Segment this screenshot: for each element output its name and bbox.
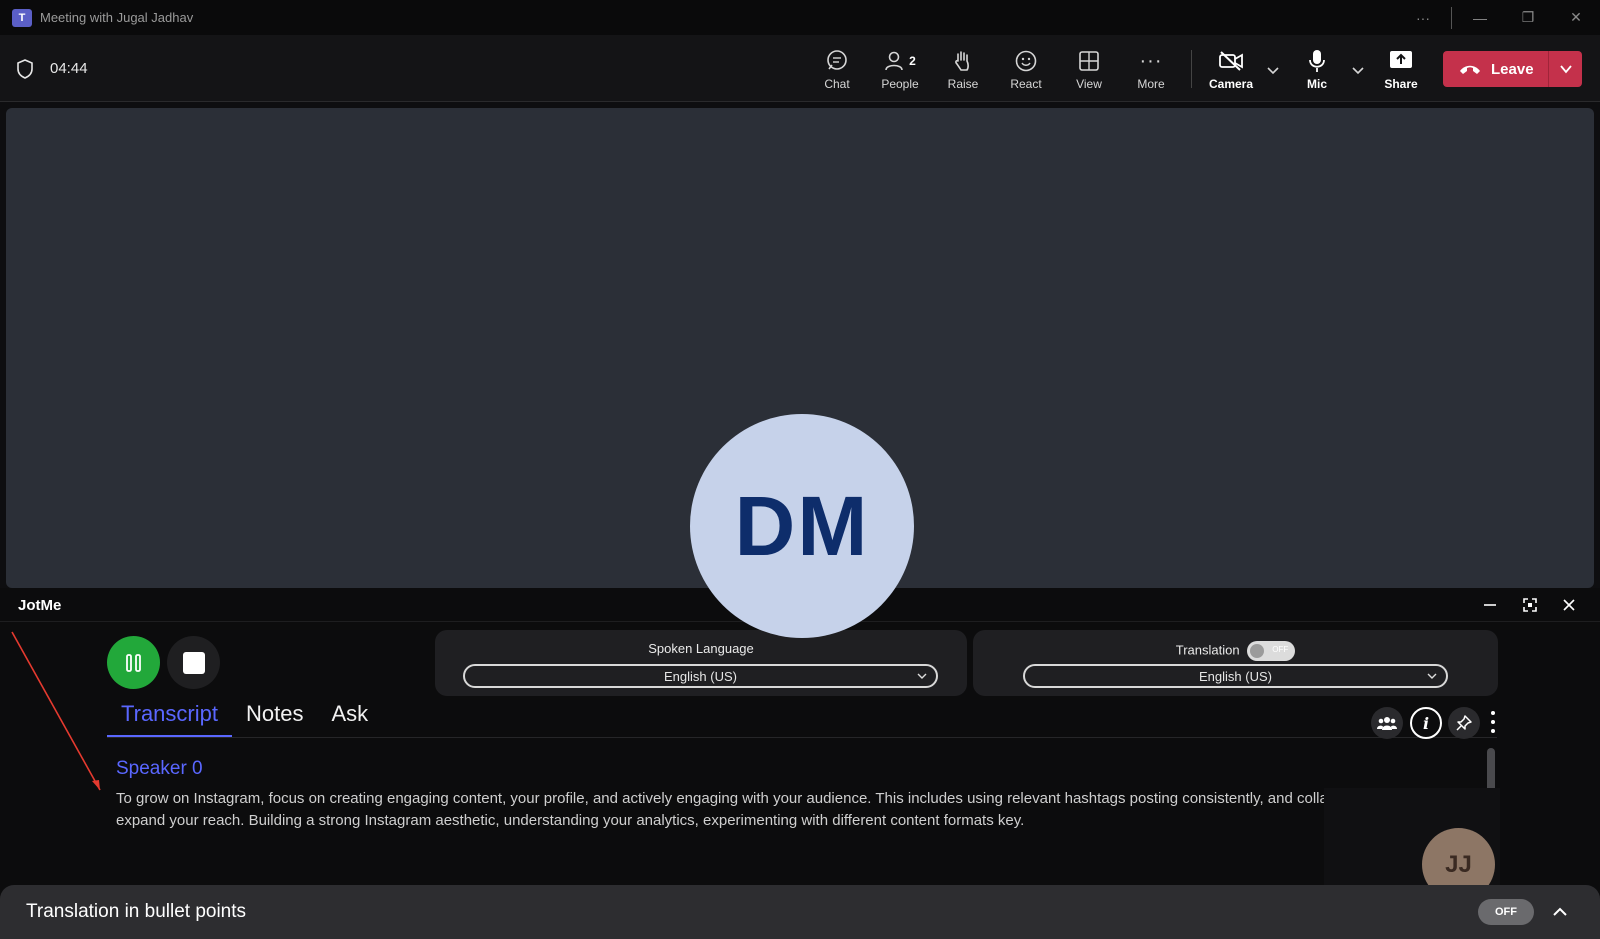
chat-icon (827, 50, 847, 70)
camera-options-chevron-icon[interactable] (1266, 63, 1280, 77)
group-icon (1377, 717, 1397, 730)
leave-main-button[interactable]: Leave (1443, 51, 1548, 87)
more-options-icon[interactable] (1487, 708, 1499, 736)
chevron-up-icon[interactable] (1551, 903, 1569, 921)
spoken-language-select[interactable]: English (US) (463, 664, 938, 688)
leave-label: Leave (1491, 60, 1534, 78)
translation-card: Translation OFF English (US) (973, 630, 1498, 696)
microphone-icon (1309, 50, 1325, 72)
hand-icon (955, 51, 969, 71)
spoken-language-card: Spoken Language English (US) (435, 630, 967, 696)
share-screen-icon (1390, 51, 1412, 68)
minimize-icon[interactable]: — (1456, 10, 1504, 26)
chevron-down-icon (1427, 673, 1437, 679)
chevron-down-icon (917, 673, 927, 679)
speakers-button[interactable] (1371, 707, 1403, 739)
spoken-language-label: Spoken Language (648, 641, 754, 656)
leave-options-button[interactable] (1549, 62, 1582, 76)
toggle-knob (1250, 644, 1265, 658)
people-count: 2 (909, 54, 916, 68)
translation-language-select[interactable]: English (US) (1023, 664, 1448, 688)
pause-recording-button[interactable] (107, 636, 160, 689)
people-label: People (881, 77, 919, 91)
tabs-divider (107, 737, 1497, 738)
mic-button[interactable]: Mic (1287, 47, 1347, 91)
people-button[interactable]: 2 People (870, 47, 930, 91)
raise-label: Raise (947, 77, 979, 91)
chat-button[interactable]: Chat (807, 47, 867, 91)
people-icon (885, 51, 903, 71)
pause-icon (125, 653, 141, 672)
react-button[interactable]: React (996, 47, 1056, 91)
info-icon: i (1422, 713, 1430, 733)
translation-toggle[interactable]: OFF (1247, 641, 1296, 661)
ellipsis-icon: ··· (1139, 49, 1163, 72)
jotme-title: JotMe (18, 597, 62, 614)
divider (1451, 6, 1452, 29)
bullet-points-label: Translation in bullet points (26, 901, 247, 922)
tab-transcript[interactable]: Transcript (107, 698, 232, 738)
translation-toggle-text: OFF (1272, 645, 1289, 654)
hang-up-icon (1460, 65, 1480, 74)
view-label: View (1076, 77, 1102, 91)
restore-icon[interactable]: ❐ (1504, 9, 1552, 26)
close-icon[interactable]: ✕ (1552, 9, 1600, 26)
more-icon[interactable]: ··· (1399, 10, 1447, 26)
meeting-timer: 04:44 (50, 60, 88, 77)
tab-notes[interactable]: Notes (232, 698, 317, 738)
chat-label: Chat (824, 77, 850, 91)
more-label: More (1137, 77, 1165, 91)
camera-button[interactable]: Camera (1201, 47, 1261, 91)
mic-options-chevron-icon[interactable] (1351, 63, 1365, 77)
info-button[interactable]: i (1410, 707, 1442, 739)
speaker-name: Speaker 0 (116, 758, 203, 779)
mic-label: Mic (1306, 77, 1327, 91)
chevron-down-icon (1559, 65, 1572, 74)
share-label: Share (1384, 77, 1418, 91)
stop-recording-button[interactable] (167, 636, 220, 689)
bullet-points-bar: Translation in bullet points OFF (0, 885, 1600, 939)
pin-icon (1456, 715, 1472, 731)
camera-label: Camera (1208, 77, 1254, 91)
share-button[interactable]: Share (1371, 47, 1431, 91)
translation-language-value: English (US) (1199, 668, 1272, 684)
pin-button[interactable] (1448, 707, 1480, 739)
spoken-language-value: English (US) (664, 668, 737, 684)
grid-icon (1079, 51, 1099, 71)
more-button[interactable]: ··· More (1121, 47, 1181, 92)
teams-icon: T (12, 8, 32, 27)
smile-icon (1015, 50, 1037, 72)
tab-ask[interactable]: Ask (317, 698, 382, 738)
raise-hand-button[interactable]: Raise (933, 47, 993, 91)
expand-icon[interactable] (1520, 595, 1540, 615)
react-label: React (1010, 77, 1042, 91)
window-title: Meeting with Jugal Jadhav (40, 10, 194, 25)
participant-avatar: DM (690, 414, 914, 638)
close-icon[interactable] (1559, 595, 1579, 615)
jotme-tabs: Transcript Notes Ask (107, 698, 382, 738)
minimize-icon[interactable] (1480, 595, 1500, 615)
leave-button[interactable]: Leave (1443, 51, 1582, 87)
window-titlebar: T Meeting with Jugal Jadhav ··· — ❐ ✕ (0, 0, 1600, 35)
translation-label: Translation (1175, 642, 1240, 658)
shield-icon (17, 59, 33, 79)
translation-header: Translation OFF (973, 641, 1498, 661)
toolbar-divider (1191, 50, 1192, 88)
camera-off-icon (1219, 51, 1243, 71)
bullet-points-toggle[interactable]: OFF (1478, 899, 1534, 925)
window-controls: ··· — ❐ ✕ (1399, 0, 1600, 35)
transcript-text: To grow on Instagram, focus on creating … (116, 790, 1476, 829)
stop-icon (182, 651, 205, 674)
view-button[interactable]: View (1059, 47, 1119, 91)
